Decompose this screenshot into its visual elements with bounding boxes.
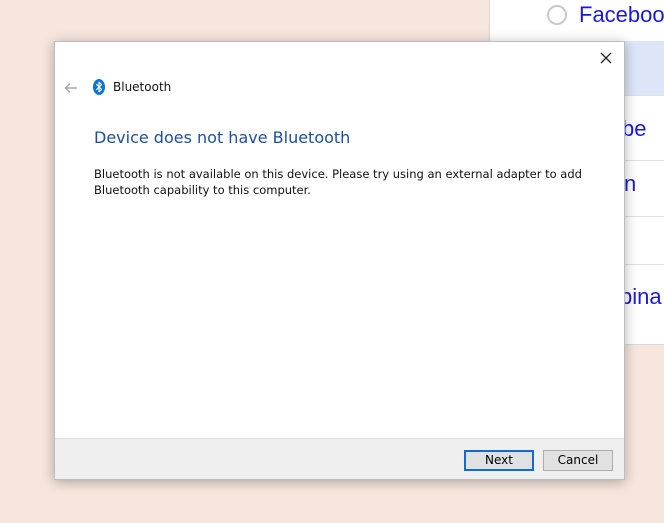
background-option-label: n xyxy=(624,171,637,196)
dialog-title: Bluetooth xyxy=(113,80,172,94)
close-button[interactable] xyxy=(594,46,618,70)
background-option-label: bina xyxy=(620,284,662,309)
dialog-footer: Next Cancel xyxy=(55,438,624,479)
background-option-label: be xyxy=(622,116,647,141)
bluetooth-icon xyxy=(93,79,105,95)
next-button[interactable]: Next xyxy=(464,450,534,471)
radio-icon[interactable] xyxy=(547,5,567,25)
close-icon xyxy=(600,52,612,64)
cancel-button[interactable]: Cancel xyxy=(543,450,613,471)
bluetooth-dialog: Bluetooth Device does not have Bluetooth… xyxy=(54,41,625,480)
error-message: Bluetooth is not available on this devic… xyxy=(94,167,582,197)
back-button[interactable] xyxy=(61,80,81,96)
page-heading: Device does not have Bluetooth xyxy=(94,128,351,147)
background-option-label: Facebook xyxy=(579,2,664,27)
background-option-facebook[interactable]: Facebook xyxy=(514,0,664,42)
back-arrow-icon xyxy=(64,83,77,93)
